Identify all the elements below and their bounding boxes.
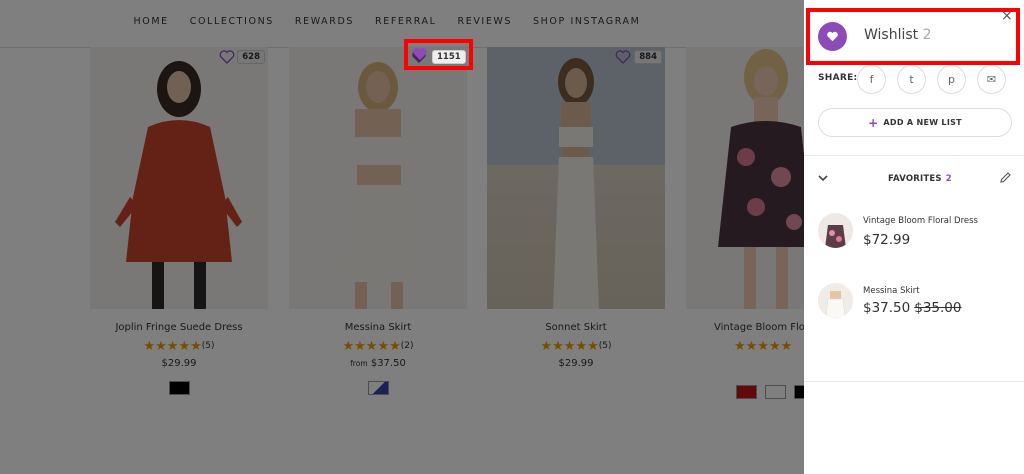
- add-list-label: ADD A NEW LIST: [883, 118, 962, 127]
- list-name: FAVORITES: [888, 174, 942, 184]
- chevron-down-icon[interactable]: [816, 171, 830, 185]
- heart-filled-icon[interactable]: [412, 47, 428, 61]
- pencil-icon[interactable]: [999, 171, 1012, 184]
- list-header[interactable]: FAVORITES 2: [888, 174, 952, 184]
- facebook-icon[interactable]: f: [857, 65, 886, 94]
- item-old-price: $35.00: [914, 300, 962, 316]
- item-current-price: $37.50: [863, 300, 911, 316]
- item-thumbnail[interactable]: [818, 283, 853, 318]
- divider: [804, 381, 1024, 382]
- share-label: SHARE:: [818, 73, 858, 83]
- divider: [804, 155, 1024, 156]
- wishlist-item-name[interactable]: Messina Skirt: [863, 286, 920, 296]
- plus-icon: +: [868, 115, 879, 130]
- email-icon[interactable]: ✉: [977, 65, 1006, 94]
- wishlist-item-price: $72.99: [863, 232, 911, 248]
- twitter-icon[interactable]: t: [897, 65, 926, 94]
- skirt-thumb-icon: [818, 283, 853, 318]
- modal-overlay[interactable]: [0, 0, 804, 474]
- like-count: 1151: [432, 50, 466, 64]
- list-count: 2: [945, 174, 952, 184]
- highlight-box: [806, 8, 1020, 65]
- pinterest-icon[interactable]: p: [937, 65, 966, 94]
- add-new-list-button[interactable]: + ADD A NEW LIST: [818, 108, 1012, 137]
- floral-dress-thumb-icon: [818, 213, 853, 248]
- wishlist-item-name[interactable]: Vintage Bloom Floral Dress: [863, 216, 978, 226]
- item-thumbnail[interactable]: [818, 213, 853, 248]
- wishlist-item-price: $37.50 $35.00: [863, 300, 962, 316]
